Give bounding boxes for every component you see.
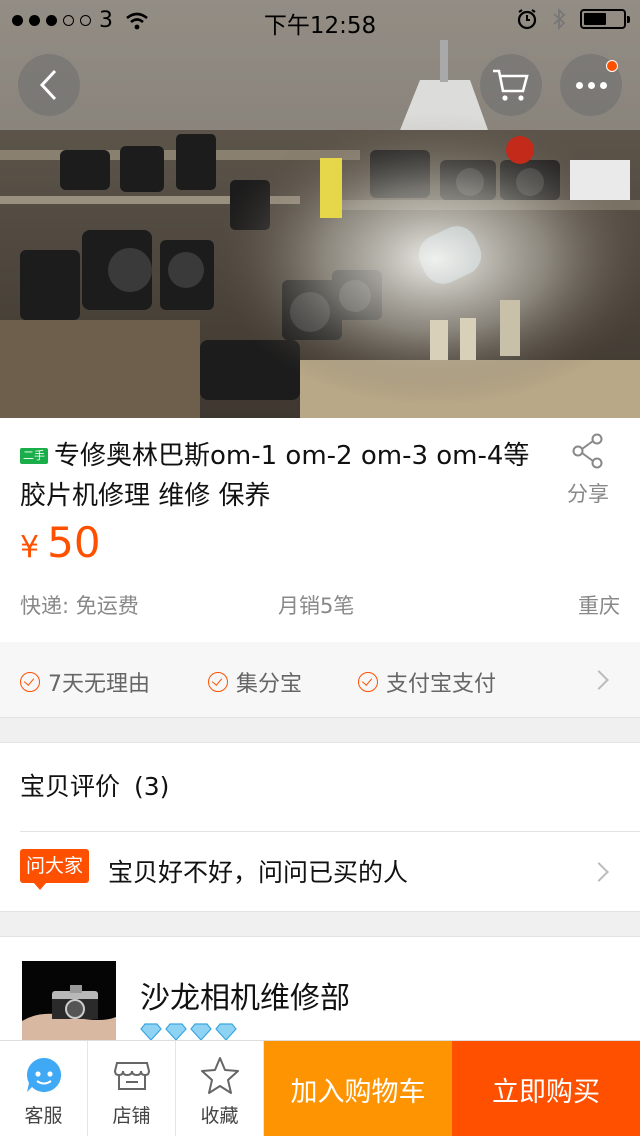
store-icon (113, 1062, 150, 1090)
chevron-right-icon (589, 862, 609, 882)
cart-button[interactable] (480, 54, 542, 116)
star-icon (200, 1057, 239, 1094)
more-icon (575, 81, 607, 89)
service-item: 支付宝支付 (358, 666, 496, 698)
reviews-section: 宝贝评价 (3) 问大家 宝贝好不好，问问已买的人 (0, 742, 640, 912)
camera-in-hand-image (22, 961, 116, 1040)
check-circle-icon (358, 672, 378, 692)
shop-rating (140, 1023, 237, 1040)
shop-name: 沙龙相机维修部 (140, 981, 350, 1016)
alarm-icon (517, 9, 537, 30)
store-tab[interactable]: 店铺 (88, 1041, 176, 1136)
product-photo-illustration (0, 0, 640, 418)
reviews-header[interactable]: 宝贝评价 (3) (20, 767, 169, 803)
product-meta: 快递: 免运费 月销5笔 重庆 (20, 590, 620, 620)
service-label: 支付宝支付 (386, 672, 497, 697)
service-label: 7天无理由 (48, 672, 150, 697)
service-label: 集分宝 (236, 672, 303, 697)
status-bar: 3 下午12:58 (0, 0, 640, 40)
more-button[interactable] (560, 54, 622, 116)
price-currency: ¥ (20, 530, 40, 565)
back-icon (39, 69, 57, 101)
customer-service-icon (26, 1058, 61, 1092)
product-title-block: 二手 专修奥林巴斯om-1 om-2 om-3 om-4等胶片机修理 维修 保养 (20, 436, 530, 516)
price: ¥50 (20, 518, 101, 567)
shop-section[interactable]: 沙龙相机维修部 (0, 936, 640, 1040)
favorite-label: 收藏 (200, 1105, 239, 1127)
location: 重庆 (578, 594, 620, 618)
shop-logo (22, 961, 116, 1040)
price-value: 50 (47, 518, 101, 567)
shipping-info: 快递: 免运费 (20, 594, 139, 618)
bottom-action-bar: 客服 店铺 收藏 加入购物车 立即购买 (0, 1040, 640, 1136)
used-badge: 二手 (20, 448, 48, 464)
divider (20, 831, 640, 832)
battery-icon (580, 9, 630, 29)
share-button[interactable]: 分享 (560, 432, 616, 508)
ask-everyone-badge: 问大家 (20, 849, 90, 890)
add-to-cart-button[interactable]: 加入购物车 (264, 1041, 452, 1136)
diamond-icon (190, 1023, 212, 1040)
notification-dot (606, 60, 618, 72)
buy-now-button[interactable]: 立即购买 (452, 1041, 640, 1136)
favorite-tab[interactable]: 收藏 (176, 1041, 264, 1136)
store-label: 店铺 (112, 1105, 151, 1127)
reviews-count: (3) (133, 772, 170, 801)
monthly-sales: 月销5笔 (278, 594, 355, 618)
reviews-title: 宝贝评价 (20, 772, 121, 801)
product-title: 专修奥林巴斯om-1 om-2 om-3 om-4等胶片机修理 维修 保养 (20, 441, 530, 511)
service-item: 集分宝 (208, 666, 302, 698)
service-item: 7天无理由 (20, 666, 150, 698)
diamond-icon (140, 1023, 162, 1040)
product-info: 二手 专修奥林巴斯om-1 om-2 om-3 om-4等胶片机修理 维修 保养 … (0, 418, 640, 642)
ask-buyers-link[interactable]: 宝贝好不好，问问已买的人 (108, 853, 408, 889)
chevron-right-icon (589, 670, 609, 690)
back-button[interactable] (18, 54, 80, 116)
share-label: 分享 (567, 482, 609, 506)
service-guarantees[interactable]: 7天无理由 集分宝 支付宝支付 (0, 642, 640, 718)
customer-service-tab[interactable]: 客服 (0, 1041, 88, 1136)
cart-icon (493, 69, 529, 101)
diamond-icon (165, 1023, 187, 1040)
product-image[interactable] (0, 0, 640, 418)
check-circle-icon (20, 672, 40, 692)
share-icon (572, 433, 603, 469)
bluetooth-icon (553, 8, 566, 30)
check-circle-icon (208, 672, 228, 692)
customer-service-label: 客服 (24, 1105, 63, 1127)
diamond-icon (215, 1023, 237, 1040)
